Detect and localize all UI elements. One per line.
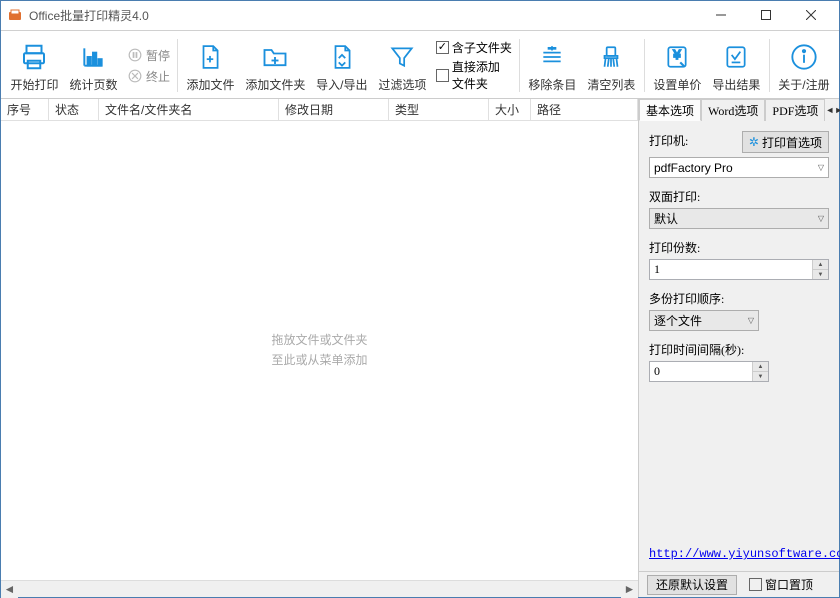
col-size[interactable]: 大小 [489, 99, 531, 120]
scroll-left-arrow[interactable]: ◄ [1, 581, 18, 598]
start-print-button[interactable]: 开始打印 [5, 33, 64, 98]
options-panel: 基本选项 Word选项 PDF选项 ◄ ► 打印机: ✲打印首选项 pdfFac… [639, 99, 839, 597]
col-status[interactable]: 状态 [49, 99, 99, 120]
topmost-checkbox[interactable]: 窗口置顶 [749, 576, 813, 593]
filter-button[interactable]: 过滤选项 [373, 33, 432, 98]
list-body[interactable]: 拖放文件或文件夹 至此或从菜单添加 [1, 121, 638, 580]
stop-icon [127, 68, 143, 84]
col-type[interactable]: 类型 [389, 99, 489, 120]
panel-footer: 还原默认设置 窗口置顶 [639, 571, 839, 597]
chevron-down-icon: ▽ [748, 316, 754, 325]
stat-pages-button[interactable]: 统计页数 [64, 33, 123, 98]
filter-icon [389, 40, 415, 74]
spin-down[interactable]: ▼ [812, 270, 828, 279]
scroll-right-arrow[interactable]: ► [621, 581, 638, 598]
tab-scroll-left[interactable]: ◄ [825, 99, 834, 121]
restore-defaults-button[interactable]: 还原默认设置 [647, 575, 737, 595]
export-result-button[interactable]: 导出结果 [707, 33, 766, 98]
col-path[interactable]: 路径 [531, 99, 638, 120]
checkbox-icon [749, 578, 762, 591]
spin-up[interactable]: ▲ [752, 362, 768, 372]
interval-label: 打印时间间隔(秒): [649, 341, 829, 358]
chart-icon [80, 40, 106, 74]
clear-list-button[interactable]: 清空列表 [582, 33, 641, 98]
checkbox-checked-icon: ✓ [436, 41, 449, 54]
printer-preferences-button[interactable]: ✲打印首选项 [742, 131, 829, 153]
about-button[interactable]: 关于/注册 [773, 33, 835, 98]
order-label: 多份打印顺序: [649, 290, 829, 307]
col-filename[interactable]: 文件名/文件夹名 [99, 99, 279, 120]
copies-spinner[interactable]: 1▲▼ [649, 259, 829, 280]
file-list-panel: 序号 状态 文件名/文件夹名 修改日期 类型 大小 路径 拖放文件或文件夹 至此… [1, 99, 639, 597]
website-link[interactable]: http://www.yiyunsoftware.com/ [649, 547, 829, 561]
include-subfolder-checkbox[interactable]: ✓含子文件夹 [436, 39, 512, 56]
price-icon: ¥ [664, 40, 690, 74]
direct-add-folder-checkbox[interactable]: 直接添加文件夹 [436, 58, 512, 92]
svg-text:¥: ¥ [673, 47, 682, 62]
set-price-button[interactable]: ¥ 设置单价 [648, 33, 707, 98]
app-icon [7, 8, 23, 24]
tab-basic[interactable]: 基本选项 [639, 99, 701, 121]
spin-down[interactable]: ▼ [752, 372, 768, 381]
remove-icon [539, 40, 565, 74]
window-buttons [698, 1, 833, 30]
drop-placeholder: 拖放文件或文件夹 至此或从菜单添加 [271, 331, 367, 369]
printer-select[interactable]: pdfFactory Pro▽ [649, 157, 829, 178]
file-plus-icon [197, 40, 223, 74]
tab-pdf[interactable]: PDF选项 [765, 99, 825, 121]
horizontal-scrollbar[interactable]: ◄ ► [1, 580, 638, 597]
pause-icon [127, 47, 143, 63]
chevron-down-icon: ▽ [818, 214, 824, 223]
toolbar: 开始打印 统计页数 暂停 终止 添加文件 添加文件夹 导入/导出 过滤选项 ✓含… [1, 31, 839, 99]
maximize-button[interactable] [743, 1, 788, 29]
remove-item-button[interactable]: 移除条目 [523, 33, 582, 98]
interval-spinner[interactable]: 0▲▼ [649, 361, 769, 382]
spin-up[interactable]: ▲ [812, 260, 828, 270]
duplex-label: 双面打印: [649, 188, 829, 205]
tab-body: 打印机: ✲打印首选项 pdfFactory Pro▽ 双面打印: 默认▽ 打印… [639, 120, 839, 571]
duplex-select[interactable]: 默认▽ [649, 208, 829, 229]
import-export-icon [329, 40, 355, 74]
export-icon [723, 40, 749, 74]
add-folder-button[interactable]: 添加文件夹 [240, 33, 311, 98]
tab-word[interactable]: Word选项 [701, 99, 765, 121]
printer-icon [19, 40, 49, 74]
checkbox-icon [436, 69, 449, 82]
minimize-button[interactable] [698, 1, 743, 29]
tab-scroll-right[interactable]: ► [834, 99, 840, 121]
col-mdate[interactable]: 修改日期 [279, 99, 389, 120]
list-header: 序号 状态 文件名/文件夹名 修改日期 类型 大小 路径 [1, 99, 638, 121]
add-file-button[interactable]: 添加文件 [181, 33, 240, 98]
gear-icon: ✲ [749, 135, 759, 149]
col-seq[interactable]: 序号 [1, 99, 49, 120]
broom-icon [598, 40, 624, 74]
chevron-down-icon: ▽ [818, 163, 824, 172]
stop-button[interactable]: 终止 [127, 68, 170, 85]
pause-button[interactable]: 暂停 [127, 47, 170, 64]
window-title: Office批量打印精灵4.0 [29, 7, 698, 24]
close-button[interactable] [788, 1, 833, 29]
info-icon [790, 40, 818, 74]
titlebar: Office批量打印精灵4.0 [1, 1, 839, 31]
printer-label: 打印机: [649, 132, 688, 149]
import-export-button[interactable]: 导入/导出 [311, 33, 373, 98]
copies-label: 打印份数: [649, 239, 829, 256]
folder-plus-icon [261, 40, 289, 74]
order-select[interactable]: 逐个文件▽ [649, 310, 759, 331]
option-tabs: 基本选项 Word选项 PDF选项 ◄ ► [639, 99, 839, 121]
